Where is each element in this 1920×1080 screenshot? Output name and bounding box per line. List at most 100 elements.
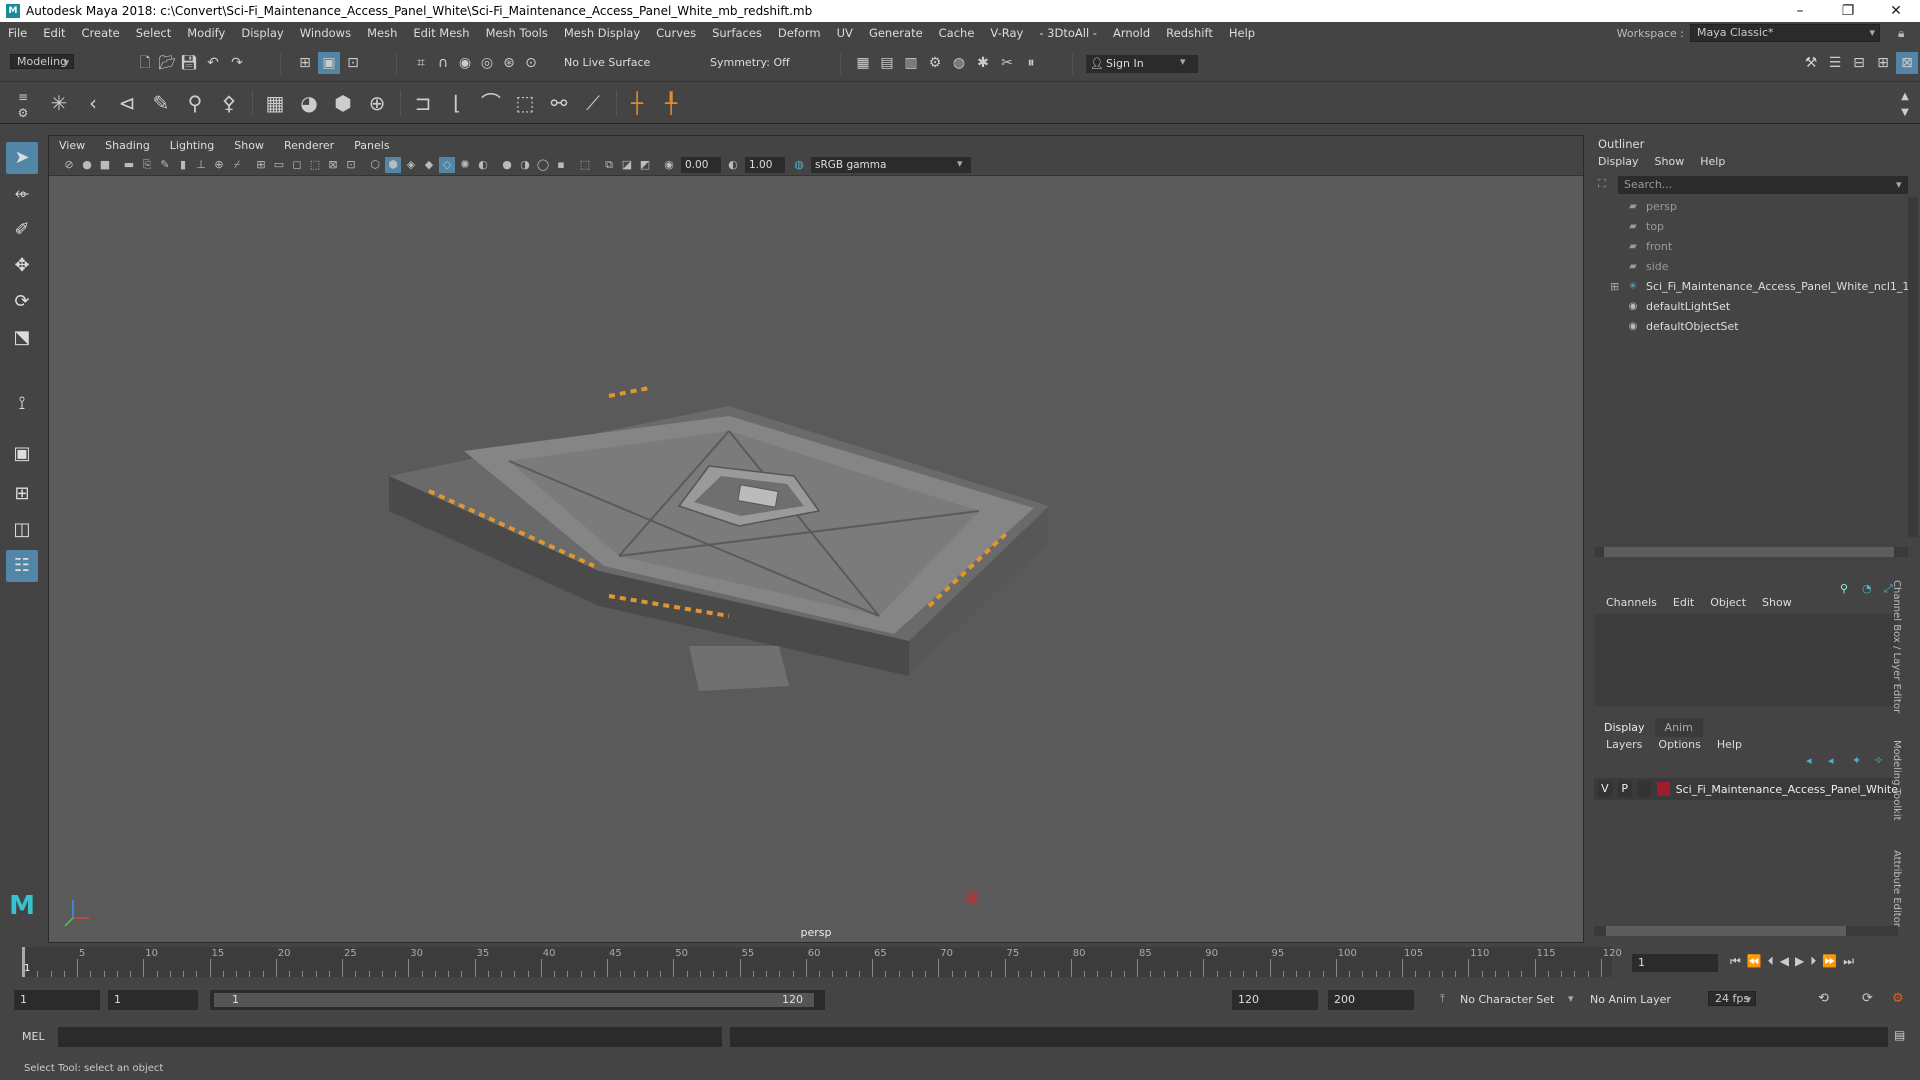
- outliner-item[interactable]: ✳ Sci_Fi_Maintenance_Access_Panel_White_n…: [1626, 277, 1910, 297]
- outliner-menu-display[interactable]: Display: [1590, 153, 1647, 170]
- viewport-menu-lighting[interactable]: Lighting: [160, 139, 224, 152]
- step-forward-key-icon[interactable]: ⏩: [1822, 954, 1837, 969]
- film-gate-icon[interactable]: ⊥: [193, 157, 209, 173]
- poly-sphere-icon[interactable]: ◕: [294, 88, 324, 118]
- open-scene-icon[interactable]: 📂︎: [156, 52, 178, 74]
- playback-end-field[interactable]: 120: [1232, 990, 1318, 1010]
- animation-end-field[interactable]: 200: [1328, 990, 1414, 1010]
- menu-windows[interactable]: Windows: [292, 26, 359, 40]
- step-back-key-icon[interactable]: ⏪: [1747, 954, 1762, 969]
- ipr-render-icon[interactable]: ▥: [900, 52, 922, 74]
- pause-icon[interactable]: ⏸: [1020, 52, 1042, 74]
- channel-box-menu-object[interactable]: Object: [1702, 594, 1754, 611]
- channel-box-tool-icon[interactable]: ⚲: [1840, 582, 1848, 595]
- search-dropdown-icon[interactable]: ▾: [1896, 178, 1902, 191]
- grease-pencil-icon[interactable]: ✎: [157, 157, 173, 173]
- shadows-icon[interactable]: ◆: [421, 157, 437, 173]
- command-language-label[interactable]: MEL: [22, 1030, 45, 1043]
- outliner-menu-show[interactable]: Show: [1647, 153, 1693, 170]
- play-backward-icon[interactable]: ◀: [1780, 954, 1789, 969]
- outliner-search-input[interactable]: Search...: [1618, 176, 1908, 194]
- outliner-item[interactable]: ▰ persp: [1626, 197, 1677, 217]
- snap-curve-icon[interactable]: ∩: [432, 52, 454, 74]
- close-icon[interactable]: ✕: [1876, 0, 1916, 22]
- render-view-icon[interactable]: ▦: [852, 52, 874, 74]
- gamma-field[interactable]: 1.00: [745, 157, 785, 173]
- layer-row[interactable]: V P Sci_Fi_Maintenance_Access_Panel_Whit…: [1594, 778, 1898, 800]
- menu-surfaces[interactable]: Surfaces: [704, 26, 770, 40]
- menu-mesh-tools[interactable]: Mesh Tools: [478, 26, 556, 40]
- image-plane-icon[interactable]: ▬: [121, 157, 137, 173]
- layer-display-type[interactable]: [1637, 781, 1652, 797]
- move-tool-icon[interactable]: ✥: [6, 250, 38, 282]
- select-object-icon[interactable]: ▣: [318, 52, 340, 74]
- sign-in-dropdown-icon[interactable]: ▾: [1180, 55, 1186, 68]
- append-icon[interactable]: ⬚: [510, 88, 540, 118]
- snap-together-icon[interactable]: ┼: [622, 88, 652, 118]
- channel-box-settings-icon[interactable]: ◔: [1862, 582, 1872, 595]
- layer-color-swatch[interactable]: [1657, 782, 1670, 796]
- render-sequence-icon[interactable]: ✂: [996, 52, 1018, 74]
- poly-cylinder-icon[interactable]: ⬢: [328, 88, 358, 118]
- command-input[interactable]: [58, 1027, 722, 1047]
- color-space-icon[interactable]: ◍: [791, 157, 807, 173]
- xray-active-icon[interactable]: ⬚: [577, 157, 593, 173]
- outliner-item[interactable]: ▰ top: [1626, 217, 1664, 237]
- menu-select[interactable]: Select: [128, 26, 179, 40]
- isolate-select-icon[interactable]: ◯: [535, 157, 551, 173]
- single-view-icon[interactable]: ▣: [6, 438, 38, 470]
- lasso-tool-icon[interactable]: ⬰: [6, 178, 38, 210]
- channel-box-menu-channels[interactable]: Channels: [1598, 594, 1665, 611]
- current-frame-field[interactable]: 1: [1632, 954, 1718, 972]
- target-weld-icon[interactable]: ⟋: [578, 88, 608, 118]
- menu-uv[interactable]: UV: [829, 26, 861, 40]
- menu-vray[interactable]: V-Ray: [982, 26, 1031, 40]
- expand-icon[interactable]: ⊞: [1610, 280, 1619, 293]
- channel-box-menu-show[interactable]: Show: [1754, 594, 1800, 611]
- layer-playback-toggle[interactable]: P: [1617, 781, 1632, 797]
- poly-cube-icon[interactable]: ▦: [260, 88, 290, 118]
- menu-display[interactable]: Display: [233, 26, 291, 40]
- step-back-frame-icon[interactable]: ⏴: [1768, 954, 1774, 969]
- snap-surface-icon[interactable]: ⊛: [498, 52, 520, 74]
- manipulator-icon[interactable]: ⟟: [6, 388, 38, 420]
- viewport-scene[interactable]: [49, 176, 1583, 942]
- backface-culling-icon[interactable]: ⧉: [601, 157, 617, 173]
- menu-file[interactable]: File: [0, 26, 35, 40]
- menu-arnold[interactable]: Arnold: [1105, 26, 1158, 40]
- textured-icon[interactable]: ⬢: [385, 157, 401, 173]
- anim-layer-dropdown[interactable]: No Anim Layer: [1590, 993, 1671, 1006]
- hud-icon[interactable]: ◪: [619, 157, 635, 173]
- viewport-panel[interactable]: View Shading Lighting Show Renderer Pane…: [48, 135, 1584, 943]
- tool-settings-icon[interactable]: ⊟: [1848, 52, 1870, 74]
- side-tab-attribute-editor[interactable]: Attribute Editor: [1891, 850, 1902, 927]
- new-scene-icon[interactable]: 🗋: [134, 52, 156, 74]
- select-tool-icon[interactable]: ➤: [6, 142, 38, 174]
- xray-icon[interactable]: ◇: [439, 157, 455, 173]
- use-all-lights-icon[interactable]: ◈: [403, 157, 419, 173]
- outliner-item[interactable]: ◉ defaultObjectSet: [1626, 317, 1739, 337]
- resolution-gate-icon[interactable]: ⊕: [211, 157, 227, 173]
- tab-display[interactable]: Display: [1594, 718, 1655, 737]
- exposure-field[interactable]: 0.00: [681, 157, 721, 173]
- tab-anim[interactable]: Anim: [1654, 718, 1703, 737]
- smooth-shade-icon[interactable]: ⊡: [343, 157, 359, 173]
- skeleton-icon[interactable]: ⚴: [214, 88, 244, 118]
- menu-curves[interactable]: Curves: [648, 26, 704, 40]
- bridge-icon[interactable]: ⌒: [476, 88, 506, 118]
- camera-attributes-icon[interactable]: ⊘: [61, 157, 77, 173]
- outliner-item[interactable]: ◉ defaultLightSet: [1626, 297, 1731, 317]
- extrude-icon[interactable]: ⊐: [408, 88, 438, 118]
- maximize-icon[interactable]: ❐: [1828, 0, 1868, 22]
- menu-edit-mesh[interactable]: Edit Mesh: [405, 26, 477, 40]
- attribute-editor-icon[interactable]: ☰: [1824, 52, 1846, 74]
- layer-menu-layers[interactable]: Layers: [1598, 736, 1650, 753]
- outliner-filter-icon[interactable]: ⛶: [1598, 177, 1606, 191]
- color-space-dropdown-icon[interactable]: ▾: [957, 157, 963, 170]
- live-surface-label[interactable]: No Live Surface: [564, 56, 650, 69]
- menu-3dtoall[interactable]: - 3DtoAll -: [1031, 26, 1105, 40]
- viewport-menu-shading[interactable]: Shading: [95, 139, 160, 152]
- color-management-icon[interactable]: ◩: [637, 157, 653, 173]
- select-hierarchy-icon[interactable]: ⊞: [294, 52, 316, 74]
- menu-deform[interactable]: Deform: [770, 26, 829, 40]
